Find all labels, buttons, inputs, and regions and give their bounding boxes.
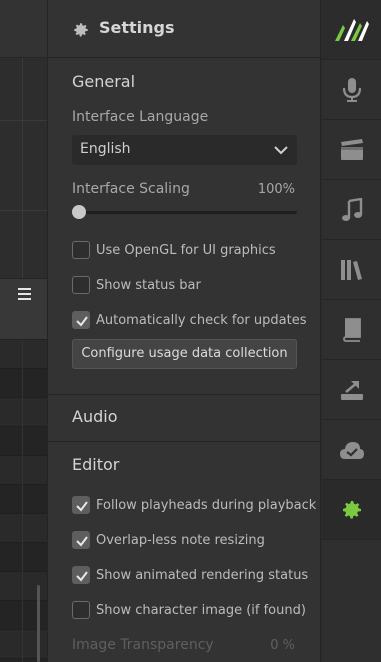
- hamburger-menu-icon[interactable]: [18, 288, 31, 300]
- clapperboard-icon: [340, 138, 363, 160]
- section-general-title[interactable]: General: [72, 72, 135, 91]
- checkbox-box[interactable]: [72, 601, 90, 619]
- checkbox-label: Use OpenGL for UI graphics: [96, 242, 276, 258]
- sidebar-item-cloud[interactable]: [322, 420, 381, 480]
- checkbox-label: Show status bar: [96, 277, 201, 293]
- configure-usage-data-button[interactable]: Configure usage data collection: [72, 339, 297, 369]
- gear-icon: [342, 500, 361, 519]
- music-note-icon: [341, 197, 362, 221]
- interface-scaling-value: 100%: [257, 182, 295, 197]
- checkbox-overlap-less-resizing[interactable]: Overlap-less note resizing: [72, 530, 265, 550]
- image-transparency-label: Image Transparency: [72, 637, 214, 653]
- checkbox-label: Follow playheads during playback: [96, 497, 317, 513]
- book-icon: [342, 317, 361, 342]
- sidebar-item-recording[interactable]: [322, 60, 381, 120]
- interface-language-label: Interface Language: [72, 109, 209, 125]
- interface-scaling-label: Interface Scaling: [72, 181, 190, 197]
- piano-roll-row: [0, 340, 47, 369]
- app-logo-icon: [334, 18, 369, 41]
- image-transparency-value: 0 %: [270, 638, 295, 653]
- checkbox-box[interactable]: [72, 496, 90, 514]
- checkbox-label: Show animated rendering status: [96, 567, 309, 583]
- checkbox-box[interactable]: [72, 531, 90, 549]
- sidebar-item-export[interactable]: [322, 360, 381, 420]
- sidebar-item-manual[interactable]: [322, 300, 381, 360]
- piano-roll-row: [0, 485, 47, 514]
- piano-roll-row: [0, 427, 47, 456]
- sidebar-item-music[interactable]: [322, 180, 381, 240]
- checkbox-character-image[interactable]: Show character image (if found): [72, 600, 306, 620]
- piano-roll-background: [0, 0, 47, 662]
- checkbox-auto-update[interactable]: Automatically check for updates: [72, 310, 306, 330]
- main-sidebar: [322, 0, 381, 662]
- checkbox-animated-rendering[interactable]: Show animated rendering status: [72, 565, 308, 585]
- section-editor-title[interactable]: Editor: [72, 455, 119, 474]
- checkbox-box[interactable]: [72, 241, 90, 259]
- arrangement-grid: [0, 58, 47, 278]
- checkbox-label: Show character image (if found): [96, 602, 306, 618]
- export-icon: [340, 380, 363, 400]
- checkbox-follow-playheads[interactable]: Follow playheads during playback: [72, 495, 316, 515]
- settings-header: Settings: [48, 0, 322, 58]
- piano-roll-row: [0, 543, 47, 572]
- piano-roll-header: [0, 0, 47, 58]
- checkbox-box[interactable]: [72, 566, 90, 584]
- chevron-down-icon: [274, 146, 288, 155]
- section-audio-title[interactable]: Audio: [72, 407, 117, 426]
- page-title: Settings: [99, 18, 175, 37]
- checkbox-label: Overlap-less note resizing: [96, 532, 265, 548]
- sidebar-item-logo[interactable]: [322, 0, 381, 60]
- interface-scaling-slider-handle[interactable]: [72, 205, 86, 219]
- checkbox-opengl[interactable]: Use OpenGL for UI graphics: [72, 240, 276, 260]
- settings-panel: Settings General Interface Language Engl…: [47, 0, 322, 662]
- gear-icon: [74, 23, 88, 37]
- divider: [48, 441, 322, 442]
- piano-roll-row: [0, 369, 47, 398]
- interface-scaling-slider[interactable]: [72, 205, 297, 219]
- piano-roll-row: [0, 398, 47, 427]
- track-menu[interactable]: [0, 278, 47, 340]
- interface-language-select[interactable]: English: [72, 135, 297, 165]
- piano-roll-row: [0, 514, 47, 543]
- interface-language-value: English: [80, 141, 131, 157]
- checkbox-status-bar[interactable]: Show status bar: [72, 275, 201, 295]
- library-icon: [340, 259, 362, 280]
- sidebar-item-settings[interactable]: [322, 480, 381, 540]
- checkbox-box[interactable]: [72, 276, 90, 294]
- cloud-check-icon: [339, 441, 364, 459]
- vertical-scrollbar[interactable]: [37, 585, 40, 662]
- sidebar-item-scenes[interactable]: [322, 120, 381, 180]
- divider: [48, 394, 322, 395]
- piano-roll-row: [0, 456, 47, 485]
- checkbox-label: Automatically check for updates: [96, 312, 307, 328]
- sidebar-item-library[interactable]: [322, 240, 381, 300]
- checkbox-box[interactable]: [72, 311, 90, 329]
- microphone-icon: [342, 77, 361, 102]
